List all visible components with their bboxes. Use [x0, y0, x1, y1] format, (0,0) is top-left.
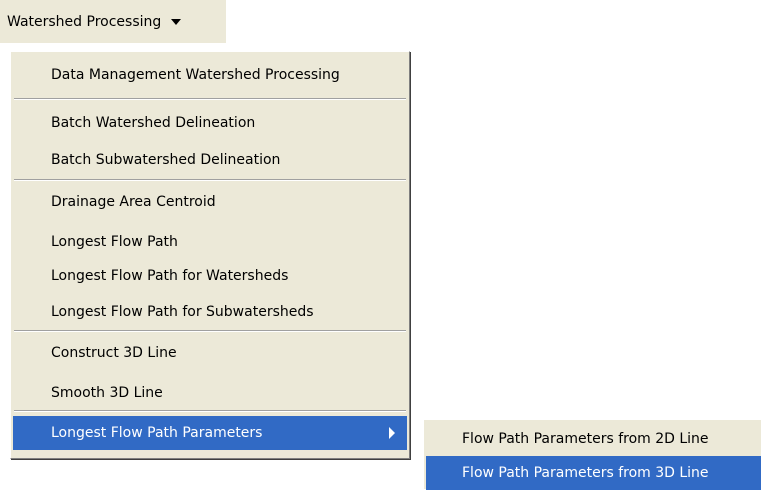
menu-item-label: Data Management Watershed Processing	[51, 67, 340, 83]
submenu: Flow Path Parameters from 2D Line Flow P…	[423, 419, 761, 490]
menu-label: Watershed Processing	[7, 13, 162, 30]
menu-item-construct-3d-line[interactable]: Construct 3D Line	[13, 336, 407, 370]
menu-item-label: Longest Flow Path Parameters	[51, 425, 263, 441]
menu-item-label: Construct 3D Line	[51, 345, 177, 361]
menu-item-data-management[interactable]: Data Management Watershed Processing	[13, 58, 407, 92]
menu-item-lfp-watersheds[interactable]: Longest Flow Path for Watersheds	[13, 259, 407, 293]
menu-separator	[14, 330, 406, 332]
menu-item-label: Drainage Area Centroid	[51, 194, 216, 210]
menu-item-batch-watershed[interactable]: Batch Watershed Delineation	[13, 106, 407, 140]
menu-item-label: Longest Flow Path for Watersheds	[51, 268, 289, 284]
watershed-processing-menu[interactable]: Watershed Processing	[0, 0, 226, 43]
menu-separator	[14, 179, 406, 181]
menu-item-batch-subwatershed[interactable]: Batch Subwatershed Delineation	[13, 143, 407, 177]
submenu-item-label: Flow Path Parameters from 3D Line	[462, 465, 709, 481]
menu-separator	[14, 98, 406, 100]
menu-item-drainage-centroid[interactable]: Drainage Area Centroid	[13, 185, 407, 219]
menu-item-label: Longest Flow Path for Subwatersheds	[51, 304, 314, 320]
menu-item-lfp-subwatersheds[interactable]: Longest Flow Path for Subwatersheds	[13, 295, 407, 329]
menu-item-label: Batch Watershed Delineation	[51, 115, 256, 131]
menu-item-longest-flow-path[interactable]: Longest Flow Path	[13, 225, 407, 259]
dropdown-arrow-icon	[171, 18, 182, 25]
menu-item-label: Longest Flow Path	[51, 234, 178, 250]
dropdown-menu: Data Management Watershed Processing Bat…	[10, 51, 410, 459]
menu-item-smooth-3d-line[interactable]: Smooth 3D Line	[13, 376, 407, 410]
menu-item-label: Smooth 3D Line	[51, 385, 163, 401]
submenu-item-3d-line[interactable]: Flow Path Parameters from 3D Line	[426, 456, 761, 490]
menu-item-lfp-parameters[interactable]: Longest Flow Path Parameters	[13, 416, 407, 450]
submenu-arrow-icon	[389, 427, 395, 439]
menu-separator	[14, 410, 406, 412]
menu-item-label: Batch Subwatershed Delineation	[51, 152, 281, 168]
submenu-item-label: Flow Path Parameters from 2D Line	[462, 431, 709, 447]
submenu-item-2d-line[interactable]: Flow Path Parameters from 2D Line	[426, 422, 761, 456]
